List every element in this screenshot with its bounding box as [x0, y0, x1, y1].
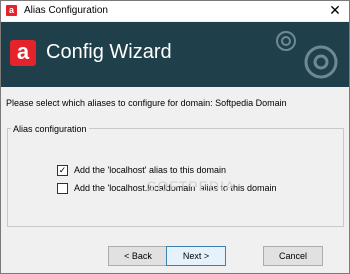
alias-configuration-window: a Alias Configuration ✕ a Config Wizard … [0, 0, 350, 274]
localdomain-checkbox[interactable] [57, 182, 68, 194]
cancel-button[interactable]: Cancel [263, 246, 323, 266]
back-button[interactable]: < Back [108, 246, 168, 266]
banner-logo-icon: a [10, 40, 36, 66]
app-logo-icon: a [6, 5, 17, 16]
title-bar: a Alias Configuration ✕ [1, 1, 349, 21]
window-title: Alias Configuration [24, 5, 108, 16]
localhost-alias-option[interactable]: ✓ Add the 'localhost' alias to this doma… [57, 164, 226, 176]
gear-icon [304, 45, 338, 79]
wizard-banner: a Config Wizard [1, 22, 349, 87]
softpedia-watermark: SOFTPEDIA [147, 178, 236, 194]
localhost-option-label: Add the 'localhost' alias to this domain [74, 165, 227, 175]
banner-title: Config Wizard [46, 41, 172, 63]
next-button[interactable]: Next > [166, 246, 226, 266]
gear-icon [276, 31, 296, 51]
group-label: Alias configuration [11, 124, 89, 134]
localhost-checkbox[interactable]: ✓ [57, 164, 68, 176]
domain-prompt-text: Please select which aliases to configure… [6, 98, 287, 108]
close-button[interactable]: ✕ [327, 3, 343, 19]
